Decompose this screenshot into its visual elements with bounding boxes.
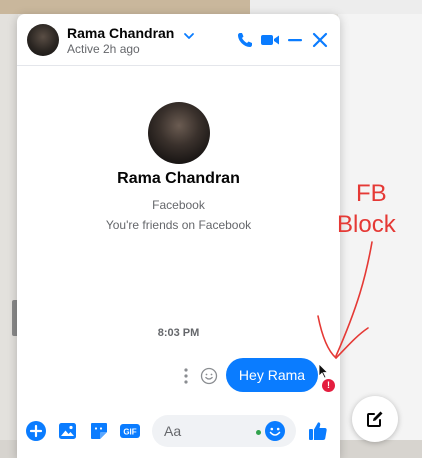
new-message-button[interactable]: [352, 396, 398, 442]
message-composer: GIF: [17, 412, 340, 458]
message-input[interactable]: [164, 421, 254, 441]
annotation-line-1: FB: [356, 180, 387, 207]
gif-icon[interactable]: GIF: [119, 420, 141, 442]
profile-platform: Facebook: [152, 198, 205, 212]
message-input-wrapper: [152, 415, 296, 447]
photo-icon[interactable]: [57, 420, 79, 442]
profile-relationship: You're friends on Facebook: [105, 218, 252, 232]
contact-avatar[interactable]: [27, 24, 59, 56]
chat-window: Rama Chandran Active 2h ago Rama Chandra…: [17, 14, 340, 458]
sticker-icon[interactable]: [88, 420, 110, 442]
contact-status: Active 2h ago: [67, 42, 140, 56]
chat-header[interactable]: Rama Chandran Active 2h ago: [17, 14, 340, 66]
compose-icon: [367, 411, 383, 427]
react-emoji-icon[interactable]: [200, 367, 218, 385]
message-timestamp: 8:03 PM: [157, 327, 200, 339]
contact-name[interactable]: Rama Chandran: [67, 25, 174, 41]
background-page: [0, 14, 18, 458]
gif-label: GIF: [123, 428, 136, 437]
background-page: [250, 0, 422, 14]
profile-name: Rama Chandran: [117, 170, 240, 187]
more-options-icon[interactable]: [182, 367, 190, 385]
emoji-icon[interactable]: [264, 420, 286, 442]
annotation-arrow: [317, 241, 373, 360]
thumbs-up-icon[interactable]: [307, 420, 329, 442]
status-dot: [256, 430, 261, 435]
video-icon[interactable]: [260, 30, 280, 50]
close-icon[interactable]: [310, 30, 330, 50]
minimize-icon[interactable]: [285, 30, 305, 50]
plus-icon[interactable]: [25, 420, 47, 442]
chevron-down-icon[interactable]: [183, 30, 195, 42]
background-page: [0, 0, 250, 14]
annotation-line-2: Block: [337, 211, 396, 238]
profile-avatar[interactable]: [148, 102, 210, 164]
phone-icon[interactable]: [235, 30, 255, 50]
